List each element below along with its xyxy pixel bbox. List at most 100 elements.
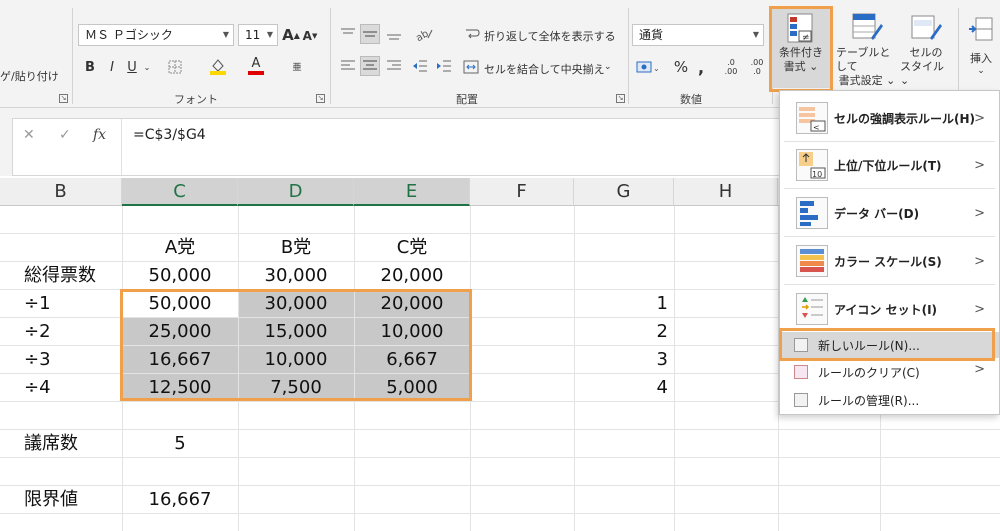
chevron-down-icon[interactable]: ⌄ (142, 60, 152, 74)
align-top-icon (341, 28, 355, 34)
menu-item-label: カラー スケール(S) (834, 254, 942, 269)
grow-font-button[interactable]: A ▲ (282, 26, 300, 44)
menu-item-color-scales[interactable]: カラー スケール(S) > (780, 239, 999, 283)
bold-button[interactable]: B (82, 58, 98, 76)
merge-center-button[interactable]: セルを結合して中央揃え (484, 61, 605, 77)
menu-item-manage-rules[interactable]: ルールの管理(R)... (780, 387, 999, 413)
column-header-f[interactable]: F (470, 178, 574, 206)
column-header-h[interactable]: H (674, 178, 778, 206)
cell-party-a[interactable]: A党 (122, 234, 238, 261)
font-color-label: A (251, 56, 261, 71)
accounting-format-button[interactable]: ⌄ (634, 58, 662, 76)
menu-item-label: セルの強調表示ルール(H) (834, 111, 976, 126)
menu-item-clear-rules[interactable]: ルールのクリア(C) > (780, 359, 999, 385)
cell-row-label[interactable]: ÷3 (24, 346, 122, 373)
cell-party-c[interactable]: C党 (354, 234, 470, 261)
format-as-table-button[interactable]: テーブルとして 書式設定 ⌄ (836, 8, 898, 88)
font-name-value: ＭＳ Ｐゴシック (85, 28, 173, 42)
menu-item-icon-sets[interactable]: アイコン セット(I) > (780, 287, 999, 331)
chevron-right-icon: > (974, 301, 985, 317)
font-color-button[interactable]: A (246, 56, 266, 76)
fill-color-button[interactable] (208, 56, 228, 76)
percent-button[interactable]: % (672, 57, 690, 77)
cell-divisor[interactable]: 2 (574, 318, 668, 345)
enter-icon[interactable]: ✓ (59, 127, 71, 143)
menu-item-highlight-rules[interactable]: < セルの強調表示ルール(H) > (780, 97, 999, 139)
menu-item-label: 上位/下位ルール(T) (834, 158, 942, 173)
cell-party-b[interactable]: B党 (238, 234, 354, 261)
cell-divisor[interactable]: 4 (574, 374, 668, 401)
shrink-font-label: A (302, 29, 312, 43)
insert-label: 挿入 (970, 52, 992, 65)
column-header-g[interactable]: G (574, 178, 674, 206)
number-format-combo[interactable]: 通貨 ▼ (632, 24, 764, 46)
cell-styles-label-1: セルの (909, 46, 943, 59)
cell-divisor[interactable]: 3 (574, 346, 668, 373)
cell-threshold-value[interactable]: 16,667 (122, 486, 238, 513)
wrap-text-button[interactable]: 折り返して全体を表示する (484, 28, 616, 44)
alignment-launcher-icon[interactable]: ↘ (616, 94, 625, 103)
cell-row-label[interactable]: ÷2 (24, 318, 122, 345)
align-top-button[interactable] (338, 24, 358, 44)
insert-function-icon[interactable]: fx (93, 127, 106, 143)
insert-button[interactable]: 挿入 ⌄ (962, 8, 1000, 88)
font-name-combo[interactable]: ＭＳ Ｐゴシック ▼ (78, 24, 234, 46)
cell-total-label[interactable]: 総得票数 (24, 262, 122, 289)
chevron-right-icon: > (974, 110, 985, 126)
comma-button[interactable]: , (694, 57, 708, 77)
clipboard-launcher-icon[interactable]: ↘ (59, 94, 68, 103)
decrease-decimal-button[interactable]: .00 .0 (746, 56, 768, 78)
svg-text:ab: ab (414, 28, 430, 42)
increase-indent-button[interactable] (434, 56, 454, 76)
phonetic-button[interactable]: 亜 (288, 56, 306, 76)
borders-icon (168, 60, 182, 74)
column-header-c[interactable]: C (122, 178, 238, 206)
svg-text:10: 10 (812, 170, 822, 179)
ribbon-separator (72, 8, 73, 104)
column-header-d[interactable]: D (238, 178, 354, 206)
font-size-combo[interactable]: 11 ▼ (238, 24, 278, 46)
increase-decimal-button[interactable]: .0 .00 (720, 56, 742, 78)
cell-row-label[interactable]: ÷4 (24, 374, 122, 401)
align-middle-button[interactable] (360, 24, 380, 44)
align-center-button[interactable] (360, 56, 380, 76)
insert-cells-icon (969, 17, 993, 41)
align-bottom-button[interactable] (384, 24, 404, 44)
align-center-icon (363, 60, 377, 70)
data-bars-icon (796, 197, 828, 229)
cell-row-label[interactable]: ÷1 (24, 290, 122, 317)
cell-seats-label[interactable]: 議席数 (24, 430, 122, 457)
shrink-font-button[interactable]: A ▼ (302, 28, 318, 44)
orientation-button[interactable]: ab (412, 24, 436, 44)
align-right-button[interactable] (384, 56, 404, 76)
align-bottom-icon (387, 34, 401, 40)
column-header-b[interactable]: B (0, 178, 122, 206)
new-rule-highlight (779, 328, 995, 361)
formula-input[interactable]: =C$3/$G4 (133, 127, 206, 143)
menu-item-label: ルールの管理(R)... (818, 394, 920, 408)
borders-button[interactable] (166, 58, 184, 76)
menu-item-data-bars[interactable]: データ バー(D) > (780, 191, 999, 235)
cell-styles-icon (911, 15, 942, 40)
font-launcher-icon[interactable]: ↘ (316, 94, 325, 103)
cell-total-b[interactable]: 30,000 (238, 262, 354, 289)
column-header-e[interactable]: E (354, 178, 470, 206)
underline-button[interactable]: U (124, 58, 140, 76)
cell-total-a[interactable]: 50,000 (122, 262, 238, 289)
formula-bar-divider (121, 119, 122, 175)
cancel-icon[interactable]: ✕ (23, 127, 35, 143)
paste-label[interactable]: ゲ/貼り付け (0, 68, 59, 84)
cell-styles-button[interactable]: セルの スタイル ⌄ (900, 8, 952, 88)
menu-item-top-bottom-rules[interactable]: 10 上位/下位ルール(T) > (780, 143, 999, 187)
chevron-down-icon[interactable]: ⌄ (604, 62, 612, 72)
align-left-button[interactable] (338, 56, 358, 76)
cell-total-c[interactable]: 20,000 (354, 262, 470, 289)
cell-threshold-label[interactable]: 限界値 (24, 486, 122, 513)
fill-bucket-icon (210, 59, 226, 75)
cell-seats-value[interactable]: 5 (122, 430, 238, 457)
cell-divisor[interactable]: 1 (574, 290, 668, 317)
manage-rules-icon (794, 393, 808, 407)
currency-icon: ⌄ (636, 61, 660, 73)
decrease-indent-button[interactable] (410, 56, 430, 76)
italic-button[interactable]: I (104, 58, 120, 76)
